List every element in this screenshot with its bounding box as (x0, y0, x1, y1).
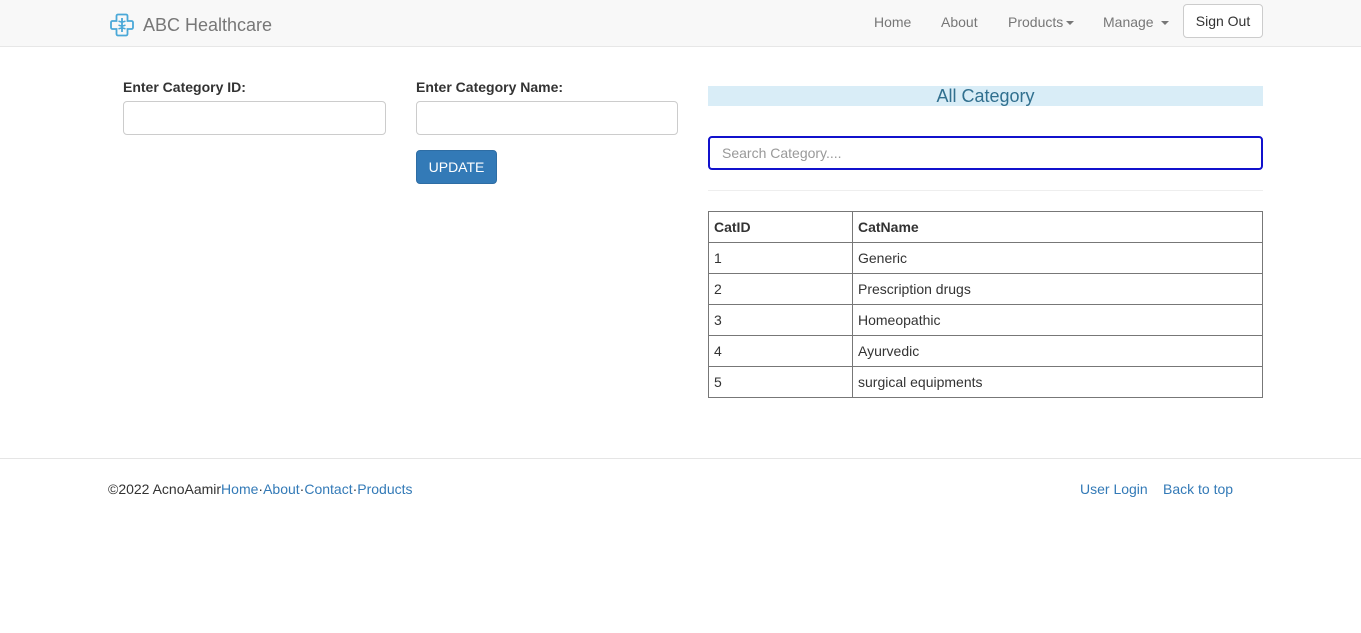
nav-manage-dropdown[interactable]: Manage (1103, 14, 1169, 30)
cell-catid: 3 (708, 304, 853, 336)
column-header-catname: CatName (852, 211, 1263, 243)
cell-catname: Generic (852, 242, 1263, 274)
nav-manage-label: Manage (1103, 14, 1154, 30)
brand-link[interactable]: ABC Healthcare (109, 12, 272, 38)
all-category-heading: All Category (708, 86, 1263, 106)
category-name-label: Enter Category Name: (416, 79, 564, 95)
search-category-input[interactable] (708, 136, 1263, 170)
cell-catid: 1 (708, 242, 853, 274)
table-row: 2 Prescription drugs (708, 273, 1263, 305)
cell-catname: surgical equipments (852, 366, 1263, 398)
footer-products-link[interactable]: Products (357, 481, 412, 497)
table-row: 4 Ayurvedic (708, 335, 1263, 367)
navbar: ABC Healthcare Home About Products Manag… (0, 0, 1361, 47)
sign-out-button[interactable]: Sign Out (1183, 4, 1263, 38)
category-id-input[interactable] (123, 101, 386, 135)
nav-home-link[interactable]: Home (874, 14, 911, 30)
cell-catname: Ayurvedic (852, 335, 1263, 367)
column-header-catid: CatID (708, 211, 853, 243)
copyright-text: ©2022 AcnoAamir (108, 481, 222, 497)
category-table: CatID CatName 1 Generic 2 Prescription d… (708, 211, 1263, 398)
cell-catid: 5 (708, 366, 853, 398)
category-id-label: Enter Category ID: (123, 79, 246, 95)
table-header-row: CatID CatName (708, 211, 1263, 243)
cell-catid: 2 (708, 273, 853, 305)
back-to-top-link[interactable]: Back to top (1163, 481, 1233, 497)
footer-about-link[interactable]: About (263, 481, 300, 497)
table-row: 3 Homeopathic (708, 304, 1263, 336)
update-button[interactable]: UPDATE (416, 150, 497, 184)
footer-contact-link[interactable]: Contact (304, 481, 352, 497)
user-login-link[interactable]: User Login (1080, 481, 1148, 497)
footer-divider (0, 458, 1361, 459)
nav-about-link[interactable]: About (941, 14, 978, 30)
table-row: 1 Generic (708, 242, 1263, 274)
footer-left: ©2022 AcnoAamirHome·About·Contact·Produc… (108, 481, 413, 497)
divider (708, 190, 1263, 191)
caret-down-icon (1160, 21, 1169, 26)
caret-down-icon (1066, 21, 1075, 26)
cell-catname: Prescription drugs (852, 273, 1263, 305)
brand-name: ABC Healthcare (143, 14, 273, 35)
category-name-input[interactable] (416, 101, 678, 135)
table-row: 5 surgical equipments (708, 366, 1263, 398)
cell-catname: Homeopathic (852, 304, 1263, 336)
medical-cross-icon (110, 13, 134, 37)
nav-products-label: Products (1008, 14, 1064, 30)
cell-catid: 4 (708, 335, 853, 367)
footer-home-link[interactable]: Home (221, 481, 258, 497)
nav-products-dropdown[interactable]: Products (1008, 14, 1075, 30)
